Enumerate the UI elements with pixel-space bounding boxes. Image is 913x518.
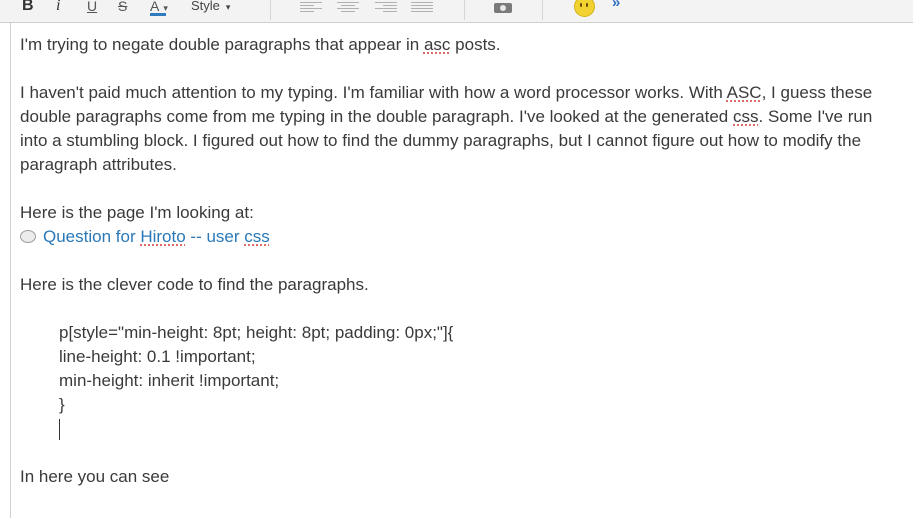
strikethrough-button[interactable]: S <box>118 0 127 18</box>
align-right-icon[interactable] <box>375 2 397 14</box>
spellcheck-word[interactable]: ASC <box>727 83 762 102</box>
bold-button[interactable]: B <box>22 0 34 18</box>
code-line: p[style="min-height: 8pt; height: 8pt; p… <box>59 323 454 342</box>
chevron-down-icon: ▾ <box>225 2 231 12</box>
camera-icon[interactable] <box>494 0 514 14</box>
text-cursor <box>59 419 60 441</box>
text-color-label: A <box>150 0 160 14</box>
editor-content: I'm trying to negate double paragraphs t… <box>20 33 900 489</box>
underline-button[interactable]: U <box>87 0 97 18</box>
page-intro-text: Here is the page I'm looking at: <box>20 203 254 222</box>
style-dropdown[interactable]: Style ▾ <box>191 0 230 18</box>
editor-area[interactable]: I'm trying to negate double paragraphs t… <box>10 23 913 518</box>
color-swatch <box>150 13 166 16</box>
spellcheck-word[interactable]: css <box>733 107 759 126</box>
code-line: line-height: 0.1 !important; <box>59 347 256 366</box>
toolbar-divider <box>270 0 271 20</box>
style-dropdown-label: Style <box>191 0 220 13</box>
code-line: } <box>59 395 65 414</box>
align-justify-icon[interactable] <box>411 2 433 14</box>
paragraph-details: I haven't paid much attention to my typi… <box>20 83 873 174</box>
more-options-button[interactable]: » <box>612 0 620 11</box>
toolbar-divider <box>464 0 465 20</box>
text-color-button[interactable]: A ▾ <box>150 0 168 18</box>
question-link[interactable]: Question for Hiroto -- user css <box>20 225 900 249</box>
smiley-icon[interactable] <box>574 0 595 17</box>
speech-bubble-icon <box>20 230 36 243</box>
toolbar-divider <box>542 0 543 20</box>
spellcheck-word[interactable]: asc <box>424 35 450 54</box>
closing-text: In here you can see <box>20 467 170 486</box>
text-cursor-line <box>20 417 900 441</box>
align-left-icon[interactable] <box>300 2 322 14</box>
paragraph-intro: I'm trying to negate double paragraphs t… <box>20 35 501 54</box>
code-intro-text: Here is the clever code to find the para… <box>20 275 369 294</box>
formatting-toolbar: B i U S A ▾ Style ▾ » <box>0 0 913 23</box>
italic-button[interactable]: i <box>56 0 60 18</box>
code-line: min-height: inherit !important; <box>59 371 280 390</box>
chevron-down-icon: ▾ <box>163 3 168 13</box>
align-center-icon[interactable] <box>337 2 359 14</box>
